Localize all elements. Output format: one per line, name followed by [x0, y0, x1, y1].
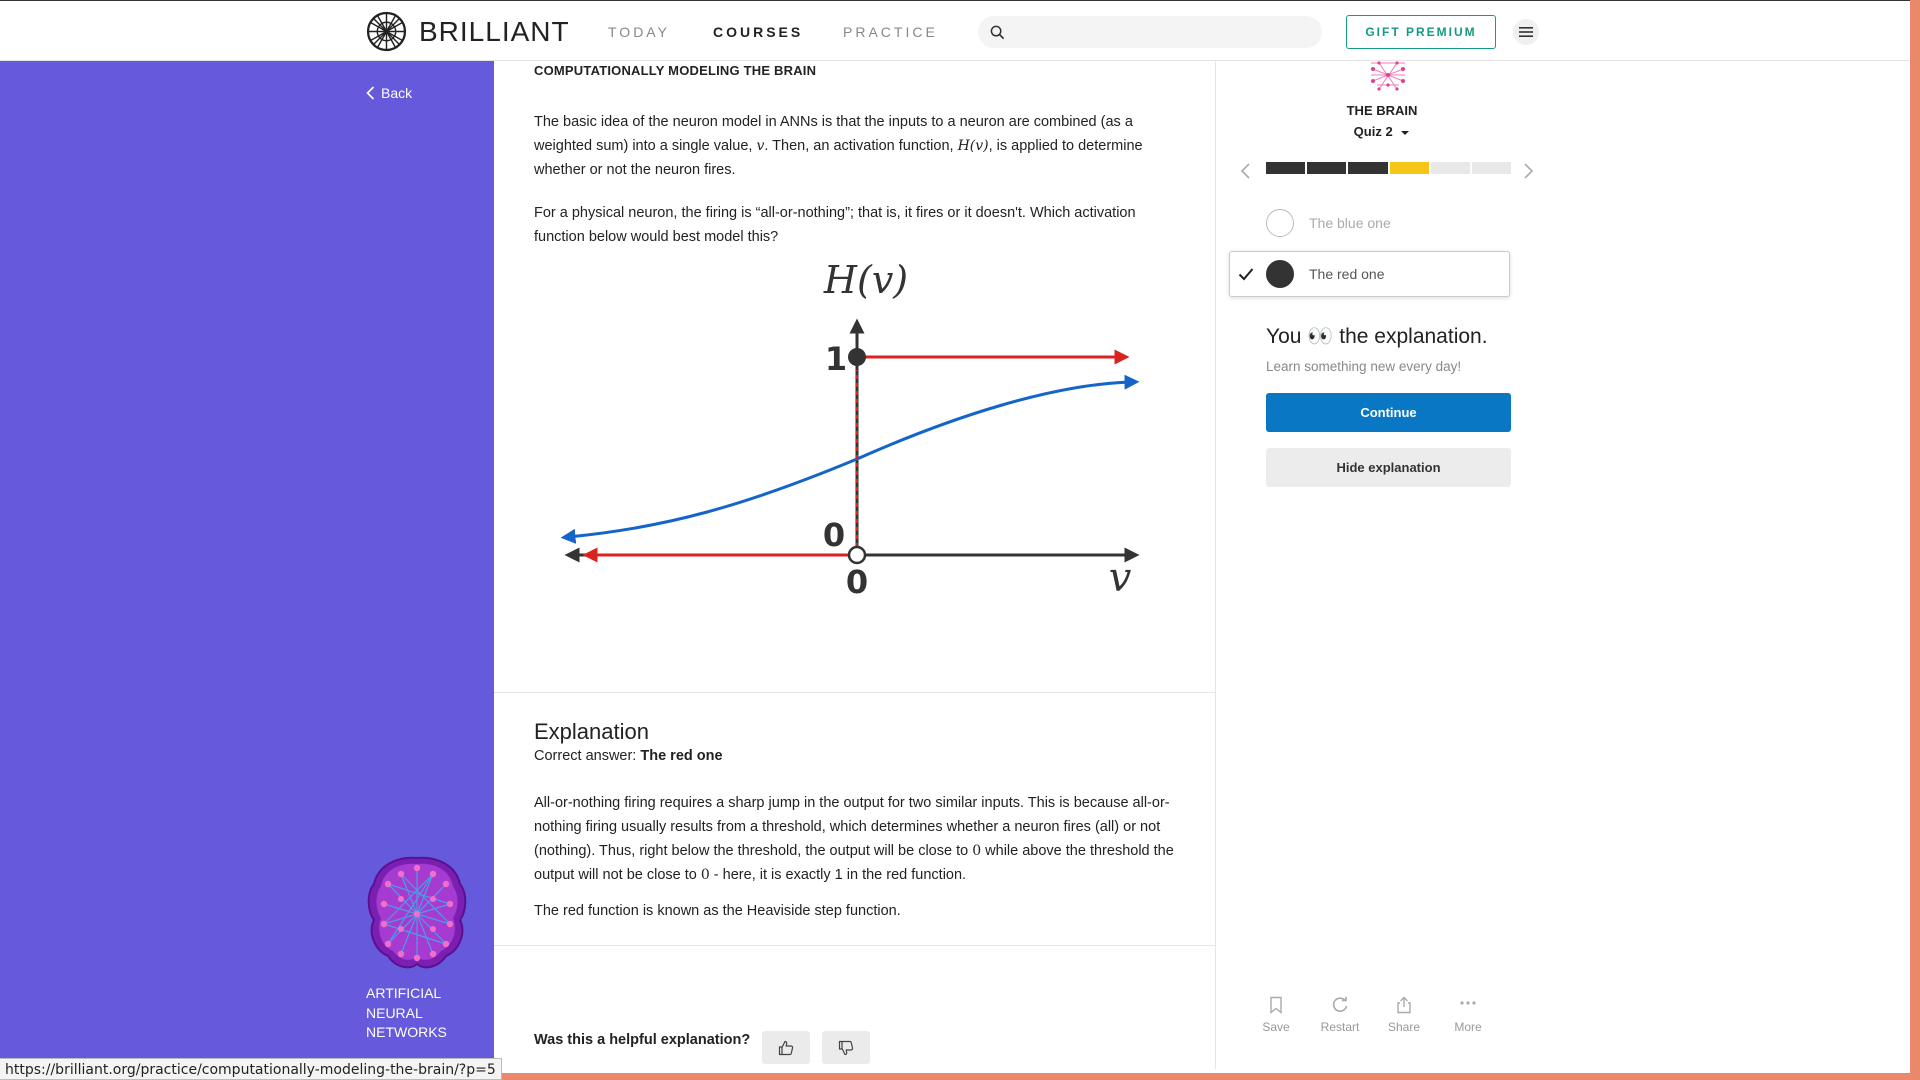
blue-sigmoid-curve [560, 374, 1140, 544]
caret-down-icon [1401, 130, 1410, 135]
bookmark-icon [1270, 996, 1282, 1014]
gift-premium-button[interactable]: GIFT PREMIUM [1346, 15, 1496, 49]
answer-option-red[interactable]: The red one [1229, 251, 1510, 297]
chevron-left-icon [366, 86, 375, 100]
thumbs-down-icon [838, 1040, 854, 1055]
text-run: the explanation. [1333, 325, 1488, 348]
progress-segment [1430, 162, 1470, 174]
hamburger-icon [1519, 27, 1533, 37]
brand-name: BRILLIANT [419, 15, 570, 47]
quiz-name: Quiz 2 [1353, 124, 1393, 139]
eyes-emoji-icon: 👀 [1307, 325, 1334, 348]
back-label: Back [381, 85, 413, 101]
left-sidebar: Back ARTIFICIAL NEURAL NETWORKS [0, 61, 494, 1080]
problem-panel: COMPUTATIONALLY MODELING THE BRAIN The b… [494, 61, 1216, 1069]
y-tick-zero: 0 [823, 516, 845, 554]
share-button[interactable]: Share [1374, 996, 1434, 1034]
window-bottom-edge [486, 1073, 1920, 1080]
activation-function-graph: H(v) 1 0 0 v [560, 258, 1140, 601]
logo-icon [366, 11, 407, 52]
math-zero: 0 [700, 867, 710, 883]
more-label: More [1454, 1020, 1482, 1034]
divider [494, 692, 1216, 693]
thumbs-down-button[interactable] [822, 1031, 870, 1064]
math-h-of-v: H(v) [957, 138, 989, 154]
explanation-heading: You 👀 the explanation. [1266, 325, 1488, 349]
more-dots-icon [1460, 1001, 1476, 1005]
math-zero: 0 [972, 843, 982, 859]
brilliant-logo[interactable]: BRILLIANT [366, 11, 570, 52]
explanation-paragraph-1: All-or-nothing firing requires a sharp j… [534, 791, 1184, 887]
radio-selected [1266, 260, 1294, 288]
share-label: Share [1387, 1020, 1421, 1034]
thumbs-up-button[interactable] [762, 1031, 810, 1064]
text-run: You [1266, 325, 1308, 348]
graph-title: H(v) [823, 258, 908, 302]
progress-segment [1307, 162, 1347, 174]
progress-segment [1348, 162, 1388, 174]
restart-button[interactable]: Restart [1310, 996, 1370, 1034]
feedback-question: Was this a helpful explanation? [534, 1032, 751, 1048]
search-input[interactable] [978, 16, 1322, 48]
save-button[interactable]: Save [1246, 996, 1306, 1034]
save-label: Save [1262, 1020, 1290, 1034]
answer-prefix: Correct answer: [534, 748, 641, 764]
share-icon [1397, 996, 1411, 1014]
correct-answer: Correct answer: The red one [534, 748, 723, 764]
progress-segment [1266, 162, 1306, 174]
x-tick-zero: 0 [846, 563, 868, 601]
x-axis-label: v [1109, 555, 1132, 601]
nav-practice[interactable]: PRACTICE [843, 24, 938, 40]
course-name-line: ARTIFICIAL [366, 985, 442, 1001]
y-tick-one: 1 [825, 340, 847, 378]
neural-brain-illustration [367, 856, 467, 969]
option-label: The red one [1309, 266, 1385, 282]
problem-paragraph-1: The basic idea of the neuron model in AN… [534, 110, 1184, 182]
thumbs-up-icon [778, 1040, 794, 1055]
divider [494, 945, 1216, 946]
next-problem-arrow[interactable] [1520, 161, 1536, 181]
nav-today[interactable]: TODAY [608, 24, 670, 40]
text-run: . Then, an activation function, [764, 138, 958, 154]
window-edge [1910, 0, 1920, 1080]
back-link[interactable]: Back [366, 85, 412, 101]
continue-button[interactable]: Continue [1266, 393, 1511, 432]
nav-courses[interactable]: COURSES [713, 24, 803, 40]
restart-label: Restart [1320, 1020, 1360, 1034]
explanation-subtitle: Learn something new every day! [1266, 359, 1462, 374]
explanation-title: Explanation [534, 719, 649, 744]
search-icon [990, 25, 1005, 40]
quiz-selector[interactable]: Quiz 2 [1217, 124, 1547, 139]
course-thumbnail [1371, 61, 1405, 91]
course-name[interactable]: ARTIFICIAL NEURAL NETWORKS [366, 984, 447, 1043]
top-navbar: BRILLIANT TODAY COURSES PRACTICE GIFT PR… [0, 0, 1920, 61]
more-button[interactable]: More [1438, 996, 1498, 1034]
restart-icon [1332, 996, 1348, 1012]
quiz-panel: THE BRAIN Quiz 2 The blue one The red on… [1217, 61, 1547, 1069]
explanation-paragraph-2: The red function is known as the Heavisi… [534, 903, 901, 919]
menu-button[interactable] [1513, 19, 1539, 45]
answer-option-blue[interactable]: The blue one [1266, 209, 1391, 237]
answer-value: The red one [640, 748, 723, 764]
course-name-line: NEURAL [366, 1004, 423, 1021]
checkmark-icon [1238, 268, 1254, 281]
chapter-title: COMPUTATIONALLY MODELING THE BRAIN [534, 63, 817, 78]
text-run: - here, it is exactly 1 in the red funct… [709, 867, 967, 883]
quiz-course-title[interactable]: THE BRAIN [1217, 103, 1547, 118]
progress-segment [1471, 162, 1512, 174]
problem-paragraph-2: For a physical neuron, the firing is “al… [534, 205, 1136, 245]
radio-unselected [1266, 209, 1294, 237]
quiz-progress-bar [1266, 162, 1512, 174]
course-name-line: NETWORKS [366, 1024, 447, 1040]
open-point [847, 545, 867, 565]
filled-point [848, 348, 866, 366]
prev-problem-arrow[interactable] [1238, 161, 1254, 181]
hide-explanation-button[interactable]: Hide explanation [1266, 448, 1511, 487]
progress-segment [1389, 162, 1429, 174]
status-bar-url: https://brilliant.org/practice/computati… [0, 1058, 502, 1080]
option-label: The blue one [1309, 215, 1391, 231]
